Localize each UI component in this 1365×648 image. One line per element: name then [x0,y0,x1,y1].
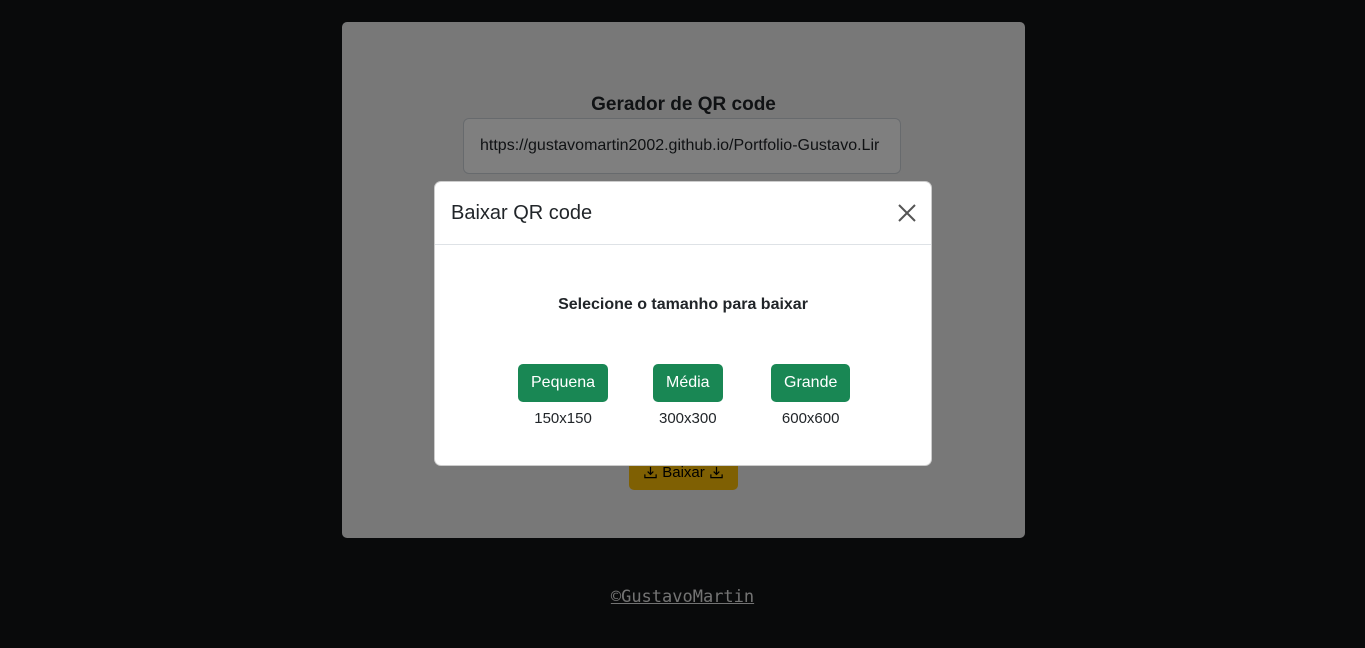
size-button-large[interactable]: Grande [771,364,851,402]
page: Gerador de QR code Baixar ©GustavoMartin… [0,0,1365,648]
modal-title: Baixar QR code [451,202,593,224]
modal-close-button[interactable] [896,202,918,224]
size-label-medium: 300x300 [659,410,717,427]
modal-header: Baixar QR code [435,182,931,245]
close-icon [898,204,916,222]
download-modal: Baixar QR code Selecione o tamanho para … [434,181,932,466]
size-option-large: Grande 600x600 [771,364,851,427]
size-label-small: 150x150 [534,410,592,427]
size-label-large: 600x600 [781,410,840,427]
size-button-small[interactable]: Pequena [518,364,609,402]
size-option-small: Pequena 150x150 [518,364,609,427]
modal-prompt: Selecione o tamanho para baixar [558,296,808,313]
size-option-medium: Média 300x300 [653,364,723,427]
size-button-medium[interactable]: Média [653,364,723,402]
